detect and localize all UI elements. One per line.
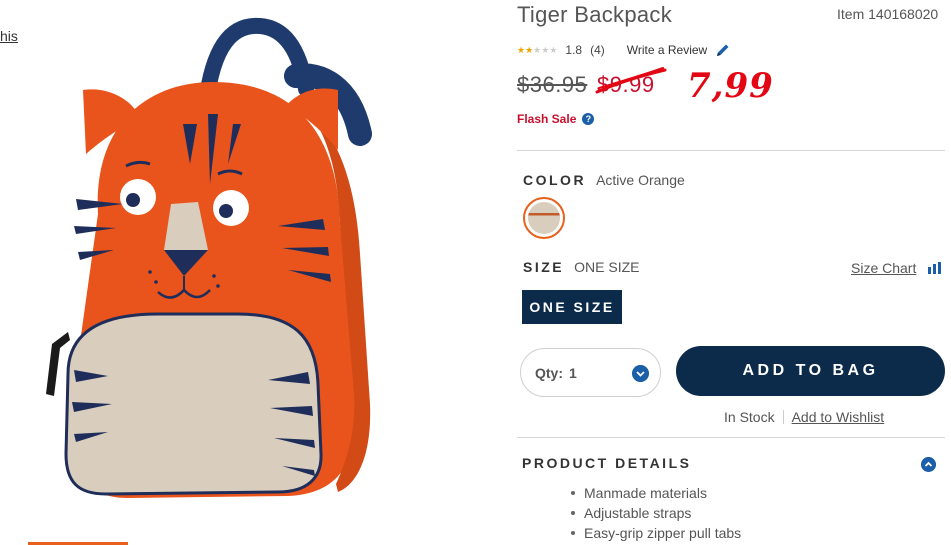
- chevron-up-icon[interactable]: [921, 457, 936, 472]
- stock-status: In Stock: [724, 409, 775, 425]
- size-option-one-size[interactable]: ONE SIZE: [522, 290, 622, 324]
- color-label: COLOR: [523, 172, 587, 188]
- star-icon: ★: [541, 45, 550, 55]
- product-details-heading[interactable]: PRODUCT DETAILS: [522, 455, 691, 471]
- quantity-select[interactable]: Qty: 1: [520, 348, 661, 397]
- star-icon: ★: [533, 45, 542, 55]
- color-value: Active Orange: [596, 172, 685, 188]
- size-chart-link[interactable]: Size Chart: [851, 260, 942, 276]
- star-icon: ★: [517, 45, 526, 55]
- size-row: SIZE ONE SIZE: [523, 259, 639, 275]
- list-item: Manmade materials: [570, 483, 741, 503]
- quantity-label: Qty:: [535, 364, 563, 381]
- rating-stars[interactable]: ★ ★ ★ ★ ★: [517, 45, 557, 55]
- original-price: $36.95: [517, 72, 588, 97]
- review-count[interactable]: (4): [590, 43, 605, 57]
- info-icon[interactable]: ?: [582, 113, 595, 125]
- color-row: COLOR Active Orange: [523, 172, 685, 188]
- handwritten-strike: [595, 67, 667, 94]
- separator: [782, 410, 784, 424]
- size-value: ONE SIZE: [574, 259, 640, 275]
- size-label: SIZE: [523, 259, 565, 275]
- product-details-list: Manmade materials Adjustable straps Easy…: [570, 483, 742, 543]
- product-image: [46, 17, 372, 498]
- pencil-icon[interactable]: [715, 42, 731, 58]
- product-info-panel: Tiger Backpack Item 140168020 ★ ★ ★ ★ ★ …: [517, 0, 951, 545]
- flash-sale-row: Flash Sale ?: [517, 112, 595, 126]
- bar-chart-icon: [928, 262, 942, 274]
- divider: [517, 150, 945, 151]
- swatch-image: [528, 202, 560, 234]
- rating-row: ★ ★ ★ ★ ★ 1.8 (4) Write a Review: [517, 43, 731, 57]
- rating-value: 1.8: [565, 43, 583, 57]
- list-item: Easy-grip zipper pull tabs: [570, 525, 742, 541]
- divider: [517, 437, 945, 438]
- add-to-bag-button[interactable]: ADD TO BAG: [676, 346, 945, 396]
- star-icon: ★: [525, 45, 534, 55]
- chevron-down-icon: [632, 365, 649, 382]
- product-title: Tiger Backpack: [517, 2, 672, 27]
- flash-sale-label: Flash Sale: [517, 112, 577, 126]
- star-icon: ★: [549, 45, 558, 55]
- color-swatch-active-orange[interactable]: [523, 197, 565, 239]
- list-item: Adjustable straps: [570, 503, 741, 523]
- handwritten-price: 7,99: [687, 66, 774, 106]
- size-chart-label: Size Chart: [851, 260, 917, 276]
- left-link[interactable]: his: [0, 28, 18, 44]
- write-review-link[interactable]: Write a Review: [627, 43, 707, 57]
- stock-row: In Stock Add to Wishlist: [724, 409, 884, 425]
- add-to-wishlist-link[interactable]: Add to Wishlist: [792, 409, 885, 425]
- item-number: Item 140168020: [837, 6, 939, 22]
- quantity-value: 1: [569, 364, 577, 381]
